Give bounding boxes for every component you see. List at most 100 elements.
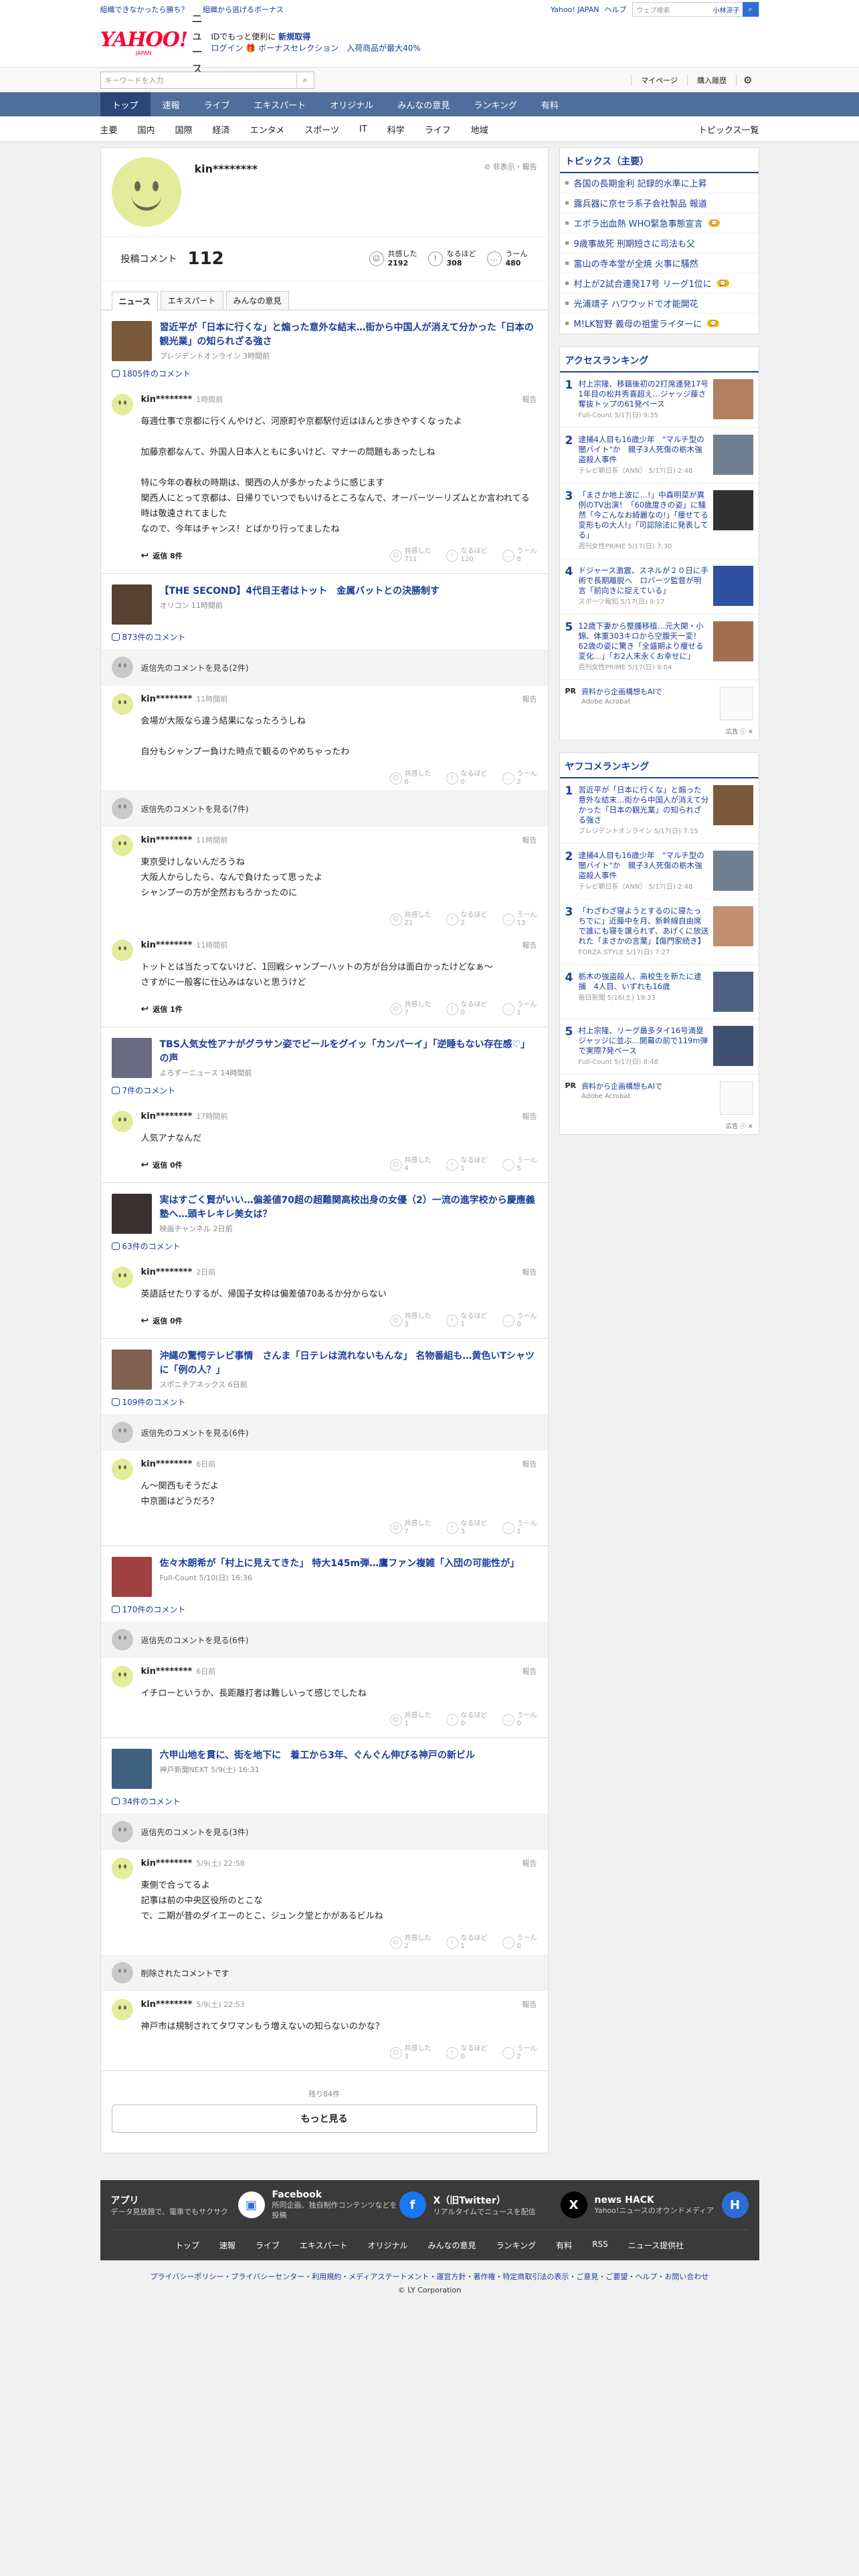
footer-nav-item[interactable]: RSS bbox=[592, 2240, 608, 2251]
commenter-name[interactable]: kin******** bbox=[141, 1667, 193, 1677]
footer-links[interactable]: プライバシーポリシー・プライバシーセンター・利用規約・メディアステートメント・運… bbox=[0, 2271, 859, 2282]
naruhodo-button[interactable]: ! なるほど 1 bbox=[446, 1935, 488, 1951]
uun-button[interactable]: … うーん 2 bbox=[502, 770, 537, 786]
footer-nav-item[interactable]: ニュース提供社 bbox=[628, 2240, 684, 2251]
topic-item[interactable]: M!LK智野 義母の祖霊ライターに 💬 bbox=[559, 314, 759, 334]
empathy-button[interactable]: ☺ 共感した 3 bbox=[389, 1313, 432, 1329]
yahoo-japan-link[interactable]: Yahoo! JAPAN bbox=[551, 5, 599, 14]
keyword-search[interactable]: キーワードを入力 ⌕ bbox=[100, 72, 314, 89]
naruhodo-button[interactable]: ! なるほど 0 bbox=[446, 770, 488, 786]
commenter-name[interactable]: kin******** bbox=[141, 2000, 193, 2010]
article-thumbnail[interactable] bbox=[111, 321, 152, 361]
ranking-item[interactable]: 3 「わざわざ寝ようとするのに寝たっちでに」近藤中を月、新幹線自由席で誰にも寝を譲… bbox=[559, 899, 759, 965]
gear-icon[interactable]: ⚙ bbox=[736, 74, 759, 86]
avatar[interactable] bbox=[111, 1999, 133, 2020]
article-thumbnail[interactable] bbox=[111, 1557, 152, 1597]
topic-item[interactable]: 富山の寺本堂が全焼 火事に騒然 bbox=[559, 253, 759, 274]
subnav-item[interactable]: 国内 bbox=[138, 123, 155, 136]
ranking-item[interactable]: 3 「まさか地上波に…!」中森明菜が異例のTV出演！「60歳度きの姿」に騒然「今こ… bbox=[559, 484, 759, 559]
view-parent-comments[interactable]: 返信先のコメントを見る(3件) bbox=[100, 1814, 548, 1850]
nav-item[interactable]: ランキング bbox=[462, 92, 529, 116]
topic-item[interactable]: 各国の長期金利 記録的水準に上昇 bbox=[559, 173, 759, 193]
tab-expert[interactable]: エキスパート bbox=[160, 291, 223, 310]
naruhodo-button[interactable]: ! なるほど 0 bbox=[446, 1712, 488, 1728]
subnav-item[interactable]: 国際 bbox=[175, 123, 193, 136]
register-link[interactable]: 新規取得 bbox=[278, 32, 310, 41]
nav-item[interactable]: トップ bbox=[100, 92, 151, 116]
nav-item[interactable]: エキスパート bbox=[242, 92, 318, 116]
comment-count-link[interactable]: 873件のコメント bbox=[101, 629, 548, 649]
tab-opinion[interactable]: みんなの意見 bbox=[225, 291, 289, 310]
footer-nav-item[interactable]: 有料 bbox=[556, 2240, 572, 2251]
naruhodo-button[interactable]: ! なるほど 0 bbox=[446, 1001, 488, 1017]
empathy-button[interactable]: ☺ 共感した 6 bbox=[389, 770, 432, 786]
avatar[interactable] bbox=[111, 1267, 133, 1288]
view-parent-comments[interactable]: 返信先のコメントを見る(6件) bbox=[100, 1414, 548, 1451]
comment-count-link[interactable]: 1805件のコメント bbox=[101, 365, 548, 386]
footer-nav-item[interactable]: 速報 bbox=[219, 2240, 235, 2251]
avatar[interactable] bbox=[111, 394, 133, 415]
search-icon[interactable]: ⌕ bbox=[742, 2, 759, 17]
report-link[interactable]: 報告 bbox=[522, 1459, 537, 1469]
nav-item[interactable]: 速報 bbox=[151, 92, 192, 116]
naruhodo-button[interactable]: ! なるほど 120 bbox=[446, 548, 488, 564]
footer-card[interactable]: Facebook 所同企画、独自制作コンテンツなどを投稿 f bbox=[272, 2189, 426, 2220]
comment-count-link[interactable]: 7件のコメント bbox=[101, 1082, 548, 1103]
ranking-item[interactable]: 4 ドジャース激震、スネルが２０日に手術で長期離脱へ ロバーツ監督が明言「前向きに… bbox=[559, 559, 759, 615]
article-thumbnail[interactable] bbox=[111, 1038, 152, 1078]
comment-count-link[interactable]: 63件のコメント bbox=[101, 1238, 548, 1259]
ranking-item[interactable]: 4 栃木の強盗殺人、高校生を新たに逮捕 4人目、いずれも16歳 毎日新聞 5/16(… bbox=[559, 965, 759, 1019]
hide-report-link[interactable]: ⊘ 非表示・報告 bbox=[484, 161, 537, 227]
topic-item[interactable]: 村上が2試合連発17号 リーグ1位に 💬 bbox=[559, 274, 759, 294]
commenter-name[interactable]: kin******** bbox=[141, 835, 193, 845]
article-title[interactable]: 実はすごく賢がいい…偏差値70超の超難関高校出身の女優（2）一流の進学校から慶應… bbox=[160, 1194, 537, 1222]
article-thumbnail[interactable] bbox=[111, 1194, 152, 1234]
empathy-button[interactable]: ☺ 共感した 711 bbox=[389, 548, 432, 564]
empathy-button[interactable]: ☺ 共感した 4 bbox=[389, 1157, 432, 1173]
uun-button[interactable]: … うーん 13 bbox=[502, 911, 537, 928]
article-title[interactable]: 佐々木朗希が「村上に見えてきた」 特大145m弾…鷹ファン複雑「入団の可能性が」 bbox=[160, 1557, 520, 1571]
commenter-name[interactable]: kin******** bbox=[141, 1858, 193, 1868]
empathy-button[interactable]: ☺ 共感した 1 bbox=[389, 1712, 432, 1728]
avatar[interactable] bbox=[111, 1666, 133, 1687]
comment-count-link[interactable]: 109件のコメント bbox=[101, 1394, 548, 1414]
avatar[interactable] bbox=[111, 1858, 133, 1879]
uun-button[interactable]: … うーん 0 bbox=[502, 1712, 537, 1728]
footer-nav-item[interactable]: トップ bbox=[175, 2240, 199, 2251]
commenter-name[interactable]: kin******** bbox=[141, 1111, 193, 1121]
article-thumbnail[interactable] bbox=[111, 584, 152, 625]
ad-footer[interactable]: 広告 ⓘ ✕ bbox=[560, 1121, 759, 1134]
commenter-name[interactable]: kin******** bbox=[141, 940, 193, 950]
comment-count-link[interactable]: 170件のコメント bbox=[101, 1601, 548, 1622]
report-link[interactable]: 報告 bbox=[522, 835, 537, 845]
naruhodo-button[interactable]: ! なるほど 0 bbox=[446, 2045, 488, 2061]
subnav-item[interactable]: エンタメ bbox=[250, 123, 285, 136]
nav-item[interactable]: みんなの意見 bbox=[385, 92, 462, 116]
web-search-input[interactable]: ウェブ検索 bbox=[637, 5, 670, 15]
reply-button[interactable]: ↩ 返信 0件 bbox=[141, 1160, 183, 1170]
avatar[interactable] bbox=[111, 1111, 133, 1132]
empathy-button[interactable]: ☺ 共感した 21 bbox=[389, 911, 432, 928]
reply-button[interactable]: ↩ 返信 1件 bbox=[141, 1004, 183, 1014]
report-link[interactable]: 報告 bbox=[522, 1858, 537, 1868]
view-parent-comments[interactable]: 返信先のコメントを見る(6件) bbox=[100, 1622, 548, 1658]
naruhodo-button[interactable]: ! なるほど 3 bbox=[446, 1520, 488, 1536]
uun-button[interactable]: … うーん 0 bbox=[502, 1313, 537, 1329]
topic-item[interactable]: エボラ出血熱 WHO緊急事態宣言 💬 bbox=[559, 213, 759, 233]
ad-row[interactable]: PR 資料から企画構想もAIで Adobe Acrobat bbox=[560, 680, 759, 727]
footer-nav-item[interactable]: みんなの意見 bbox=[428, 2240, 476, 2251]
subnav-item[interactable]: 経済 bbox=[213, 123, 230, 136]
report-link[interactable]: 報告 bbox=[522, 394, 537, 405]
subnav-item[interactable]: IT bbox=[359, 124, 367, 134]
footer-card[interactable]: news HACK Yahoo!ニュースのオウンドメディア H bbox=[595, 2189, 749, 2220]
report-link[interactable]: 報告 bbox=[522, 1666, 537, 1677]
uun-button[interactable]: … うーん 5 bbox=[502, 1157, 537, 1173]
commenter-name[interactable]: kin******** bbox=[141, 395, 193, 405]
help-link[interactable]: ヘルプ bbox=[605, 4, 627, 15]
article-title[interactable]: 【THE SECOND】4代目王者はトット 金属バットとの決勝制す bbox=[160, 584, 440, 599]
avatar[interactable] bbox=[111, 940, 133, 961]
search-icon[interactable]: ⌕ bbox=[296, 72, 314, 88]
top-link-2[interactable]: 組織から逃げるボーナス bbox=[203, 5, 284, 14]
uun-button[interactable]: … うーん 0 bbox=[502, 1935, 537, 1951]
footer-nav-item[interactable]: エキスパート bbox=[300, 2240, 348, 2251]
